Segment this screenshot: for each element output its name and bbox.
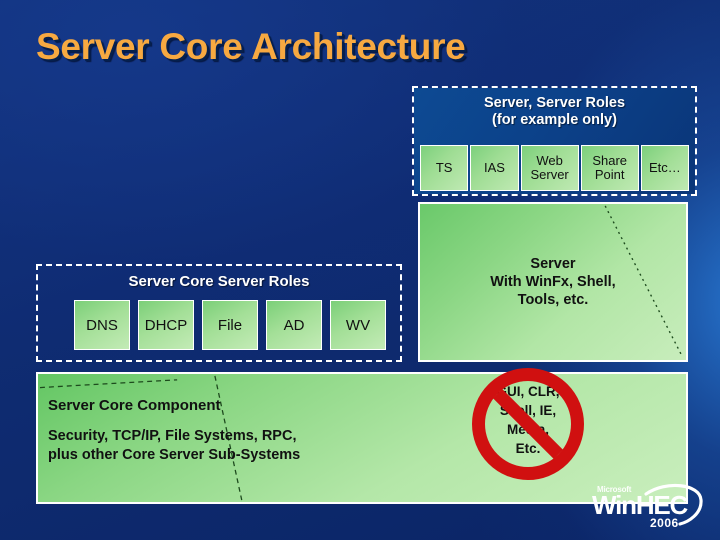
server-core-roles-tile-group: DNS DHCP File AD WV <box>74 300 386 350</box>
core-role-tile-file[interactable]: File <box>202 300 258 350</box>
winhec-logo: Microsoft WinHEC 2006 <box>588 482 706 532</box>
server-core-component-subtitle: Security, TCP/IP, File Systems, RPC, plu… <box>48 428 301 463</box>
server-roles-heading: Server, Server Roles (for example only) <box>414 95 695 129</box>
core-role-tile-wv[interactable]: WV <box>330 300 386 350</box>
server-roles-tile-group: TS IAS Web Server Share Point Etc… <box>420 145 689 191</box>
core-role-tile-dhcp[interactable]: DHCP <box>138 300 194 350</box>
server-with-winfx-label: Server With WinFx, Shell, Tools, etc. <box>490 256 616 308</box>
winhec-wordmark: WinHEC <box>592 490 688 520</box>
page-title: Server Core Architecture <box>36 26 466 67</box>
server-roles-heading-line2: (for example only) <box>492 112 617 128</box>
core-role-tile-ad[interactable]: AD <box>266 300 322 350</box>
role-tile-web-server[interactable]: Web Server <box>520 145 579 191</box>
server-core-roles-heading: Server Core Server Roles <box>128 273 310 290</box>
core-role-tile-dns[interactable]: DNS <box>74 300 130 350</box>
winhec-year: 2006 <box>650 516 679 530</box>
server-roles-heading-line1: Server, Server Roles <box>483 95 626 111</box>
server-core-component-title: Server Core Component <box>48 397 221 414</box>
server-core-component-text: Server Core Component Security, TCP/IP, … <box>48 397 300 465</box>
server-roles-dashed-box: Server, Server Roles (for example only) … <box>412 86 697 196</box>
role-tile-ts[interactable]: TS <box>420 145 469 191</box>
role-tile-share-point[interactable]: Share Point <box>580 145 639 191</box>
prohibition-badge: GUI, CLR, Shell, IE, Media, Etc. <box>472 368 584 480</box>
slide-canvas: Server Core Architecture Server, Server … <box>0 0 720 540</box>
server-core-roles-dashed-box: Server Core Server Roles DNS DHCP File A… <box>36 264 402 362</box>
role-tile-etc[interactable]: Etc… <box>640 145 689 191</box>
server-with-winfx-panel: Server With WinFx, Shell, Tools, etc. <box>418 202 688 362</box>
role-tile-ias[interactable]: IAS <box>470 145 519 191</box>
